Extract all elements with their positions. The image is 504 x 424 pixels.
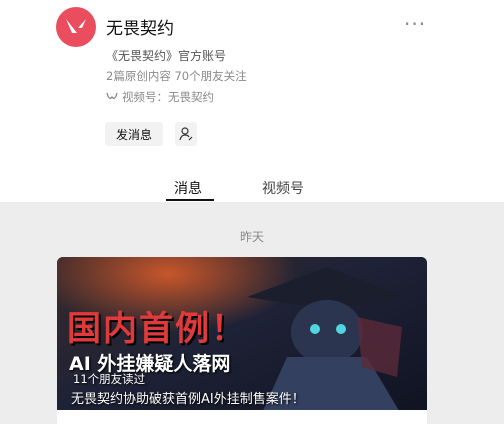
account-name: 无畏契约 bbox=[106, 19, 174, 39]
more-dots-icon[interactable]: ··· bbox=[404, 12, 426, 36]
tab-messages[interactable]: 消息 bbox=[174, 178, 202, 198]
account-avatar[interactable] bbox=[56, 7, 96, 47]
profile-header: 无畏契约 ··· 《无畏契约》官方账号 2篇原创内容 70个朋友关注 视频号：无… bbox=[0, 0, 504, 202]
article-card[interactable]: 国内首例！ AI 外挂嫌疑人落网 11个朋友读过 无畏契约协助破获首例AI外挂制… bbox=[57, 257, 427, 424]
cover-headline: 国内首例！ bbox=[67, 309, 247, 349]
channel-link[interactable]: 视频号：无畏契约 bbox=[106, 89, 214, 105]
active-tab-indicator bbox=[166, 199, 214, 201]
follow-button[interactable] bbox=[175, 122, 197, 146]
article-card-footer bbox=[57, 410, 427, 424]
article-title[interactable]: 无畏契约协助破获首例AI外挂制售案件！ bbox=[71, 388, 305, 407]
friends-read-count: 11个朋友读过 bbox=[73, 372, 146, 386]
date-separator: 昨天 bbox=[239, 230, 264, 244]
tab-channels[interactable]: 视频号 bbox=[262, 178, 304, 198]
account-description: 《无畏契约》官方账号 bbox=[106, 49, 227, 63]
follow-person-icon bbox=[179, 127, 193, 141]
channel-label: 视频号：无畏契约 bbox=[122, 90, 214, 104]
account-stats[interactable]: 2篇原创内容 70个朋友关注 bbox=[106, 68, 247, 84]
channels-icon bbox=[106, 92, 118, 99]
send-message-button[interactable]: 发消息 bbox=[105, 122, 163, 146]
valorant-logo-icon bbox=[66, 19, 86, 33]
